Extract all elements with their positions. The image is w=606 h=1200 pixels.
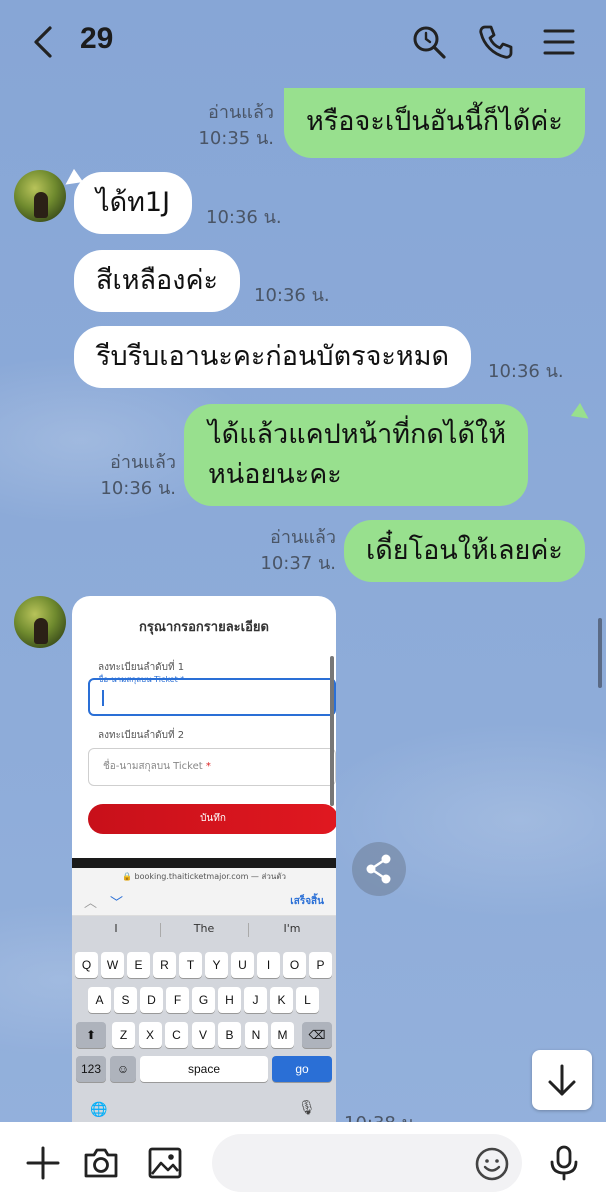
chat-header: 29 <box>0 0 606 88</box>
read-receipt: อ่านแล้ว <box>110 452 176 473</box>
message-time: 10:35 น. <box>198 128 274 149</box>
key: D <box>140 987 163 1013</box>
field2-placeholder: ชื่อ-นามสกุลบน Ticket * <box>103 761 211 772</box>
chat-scrollbar[interactable] <box>598 618 602 688</box>
key-123: 123 <box>76 1056 106 1082</box>
key: X <box>138 1022 162 1048</box>
microphone-icon[interactable] <box>545 1144 583 1182</box>
keyboard: I The I'm QWERTYUIOPASDFGHJKLZXCVBNM 123… <box>72 916 336 1126</box>
menu-icon[interactable] <box>540 22 578 62</box>
key: V <box>191 1022 215 1048</box>
key-go: go <box>272 1056 332 1082</box>
message-text: รีบรีบเอานะคะก่อนบัตรจะหมด <box>96 341 450 372</box>
globe-icon: 🌐 <box>90 1102 108 1118</box>
done-label: เสร็จสิ้น <box>290 896 324 907</box>
message-bubble-outgoing[interactable]: หรือจะเป็นอันนี้ก็ได้ค่ะ <box>284 88 585 158</box>
key: O <box>283 952 306 978</box>
message-text: หรือจะเป็นอันนี้ก็ได้ค่ะ <box>306 106 563 137</box>
plus-icon[interactable] <box>24 1144 62 1182</box>
message-time: 10:36 น. <box>488 361 564 382</box>
suggestion: I <box>114 922 118 935</box>
composer-bar <box>0 1122 606 1200</box>
key-space: space <box>140 1056 268 1082</box>
key: A <box>88 987 111 1013</box>
camera-icon[interactable] <box>82 1144 120 1182</box>
keyboard-accessory-bar: ︿ ﹀ เสร็จสิ้น <box>72 886 336 916</box>
suggestion-bar: I The I'm <box>72 916 336 944</box>
message-text: สีเหลืองค่ะ <box>96 265 219 296</box>
key: H <box>218 987 241 1013</box>
contact-avatar[interactable] <box>14 596 66 648</box>
scroll-to-bottom-button[interactable] <box>532 1050 592 1110</box>
text-cursor <box>102 690 104 706</box>
contact-avatar[interactable] <box>14 170 66 222</box>
shift-key-icon: ⬆ <box>76 1022 106 1048</box>
arrow-down-icon <box>548 1064 576 1096</box>
message-bubble-outgoing[interactable]: เดี๋ยโอนให้เลยค่ะ <box>344 520 585 582</box>
key: Z <box>112 1022 135 1048</box>
message-time: 10:36 น. <box>100 478 176 499</box>
key: R <box>153 952 176 978</box>
message-time: 10:36 น. <box>254 285 330 306</box>
key: L <box>296 987 319 1013</box>
read-receipt: อ่านแล้ว <box>208 102 274 123</box>
message-meta: อ่านแล้ว 10:36 น. <box>92 450 176 502</box>
field2-input: ชื่อ-นามสกุลบน Ticket * <box>88 748 336 786</box>
message-bubble-incoming[interactable]: สีเหลืองค่ะ <box>74 250 241 312</box>
message-text: ได้ท1J <box>96 187 171 218</box>
message-time: 10:36 น. <box>206 207 282 228</box>
field2-label: ลงทะเบียนลำดับที่ 2 <box>98 730 185 741</box>
form-title: กรุณากรอกรายละเอียด <box>139 620 269 635</box>
chat-title: 29 <box>80 22 114 55</box>
chevron-down-icon: ﹀ <box>110 896 124 911</box>
key: B <box>218 1022 241 1048</box>
message-bubble-incoming[interactable]: ได้ท1J <box>74 172 193 234</box>
key: N <box>244 1022 268 1048</box>
emoji-key-icon: ☺ <box>110 1056 136 1082</box>
key: K <box>270 987 293 1013</box>
image-icon[interactable] <box>146 1144 184 1182</box>
message-bubble-outgoing[interactable]: ได้แล้วแคปหน้าที่กดได้ให้ หน่อยนะคะ <box>184 404 529 506</box>
key: U <box>231 952 254 978</box>
search-icon[interactable] <box>410 22 448 62</box>
phone-icon[interactable] <box>476 22 514 62</box>
key: P <box>309 952 332 978</box>
key: F <box>166 987 189 1013</box>
mic-key-icon: 🎙 <box>298 1100 316 1116</box>
divider <box>72 858 336 868</box>
key: C <box>165 1022 188 1048</box>
url-bar: 🔒 booking.thaiticketmajor.com — ส่วนตัว <box>72 868 336 886</box>
chevron-up-icon: ︿ <box>84 896 98 911</box>
suggestion: I'm <box>283 922 301 935</box>
message-text: เดี๋ยโอนให้เลยค่ะ <box>366 535 563 566</box>
image-message[interactable]: กรุณากรอกรายละเอียด ลงทะเบียนลำดับที่ 1 … <box>72 596 336 1126</box>
message-meta: อ่านแล้ว 10:37 น. <box>252 525 336 577</box>
emoji-icon[interactable] <box>474 1146 510 1182</box>
key: E <box>127 952 150 978</box>
share-icon <box>366 854 391 884</box>
message-text-line: หน่อยนะคะ <box>208 459 342 490</box>
message-meta: อ่านแล้ว 10:35 น. <box>190 100 274 152</box>
suggestion: The <box>193 922 215 935</box>
screenshot-scrollbar <box>330 656 334 806</box>
key: W <box>101 952 124 978</box>
key: G <box>192 987 215 1013</box>
field1-input <box>88 678 336 716</box>
message-bubble-incoming[interactable]: รีบรีบเอานะคะก่อนบัตรจะหมด <box>74 326 472 388</box>
key: Y <box>205 952 228 978</box>
backspace-key-icon: ⌫ <box>302 1022 332 1048</box>
key: S <box>114 987 137 1013</box>
back-icon[interactable] <box>28 24 62 60</box>
share-button[interactable] <box>352 842 406 896</box>
key: M <box>271 1022 294 1048</box>
key: Q <box>75 952 98 978</box>
message-time: 10:37 น. <box>260 553 336 574</box>
save-button-in-screenshot: บันทึก <box>88 804 336 834</box>
message-text-line: ได้แล้วแคปหน้าที่กดได้ให้ <box>208 419 507 450</box>
key: J <box>244 987 267 1013</box>
key: T <box>179 952 202 978</box>
read-receipt: อ่านแล้ว <box>270 527 336 548</box>
key: I <box>257 952 280 978</box>
